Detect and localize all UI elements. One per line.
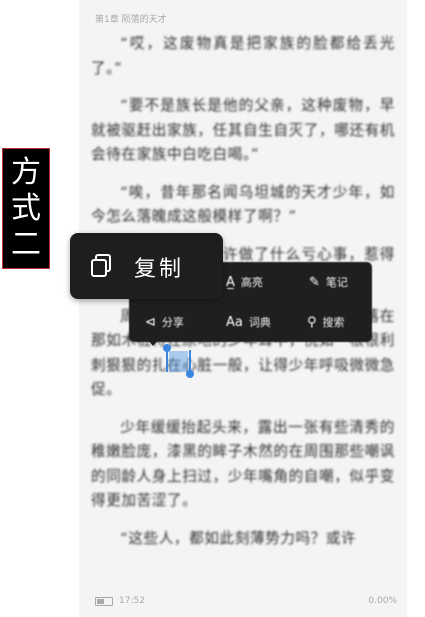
share-label: 分享 bbox=[161, 316, 184, 329]
selection-end-stem bbox=[189, 350, 191, 372]
copy-icon bbox=[91, 254, 111, 277]
text-selection bbox=[169, 351, 188, 372]
dictionary-icon: Aa bbox=[226, 314, 243, 330]
highlight-button[interactable]: A̲ 高亮 bbox=[226, 274, 263, 290]
selection-end-handle[interactable] bbox=[186, 370, 194, 378]
search-label: 搜索 bbox=[322, 316, 345, 329]
battery-icon bbox=[95, 596, 113, 606]
note-edit-icon: ✎ bbox=[309, 274, 320, 290]
selection-start-stem bbox=[166, 350, 168, 372]
search-icon: ⚲ bbox=[307, 314, 317, 330]
paragraph[interactable]: 少年缓缓抬起头来，露出一张有些清秀的稚嫩脸庞，漆黑的眸子木然的在周围那些嘲讽的同… bbox=[91, 416, 395, 514]
clock-text: 17:52 bbox=[119, 596, 145, 606]
copy-label: 复制 bbox=[134, 257, 185, 282]
status-footer: 17:52 bbox=[95, 596, 145, 606]
note-button[interactable]: ✎ 笔记 bbox=[309, 274, 348, 290]
chapter-title: 第1章 陨落的天才 bbox=[95, 15, 167, 25]
method-label-char: 式 bbox=[11, 190, 41, 226]
method-label: 方 式 二 bbox=[2, 148, 50, 269]
note-label: 笔记 bbox=[325, 276, 348, 289]
search-button[interactable]: ⚲ 搜索 bbox=[307, 314, 345, 330]
paragraph[interactable]: “要不是族长是他的父亲，这种废物，早就被驱赶出家族，任其自生自灭了，哪还有机会待… bbox=[91, 94, 395, 168]
paragraph[interactable]: “唉，昔年那名闻乌坦城的天才少年，如今怎么落魄成这般模样了啊？” bbox=[91, 181, 395, 230]
dictionary-label: 词典 bbox=[248, 316, 271, 329]
highlight-label: 高亮 bbox=[240, 276, 263, 289]
dictionary-button[interactable]: Aa 词典 bbox=[226, 314, 271, 330]
method-label-char: 方 bbox=[11, 154, 41, 190]
share-icon: ⊲ bbox=[145, 314, 156, 330]
paragraph[interactable]: “哎，这废物真是把家族的脸都给丢光了。” bbox=[91, 32, 395, 81]
paragraph[interactable]: “这些人，都如此刻薄势力吗？或许 bbox=[91, 527, 395, 552]
highlight-icon: A̲ bbox=[226, 274, 235, 290]
copy-button[interactable]: 复制 bbox=[70, 233, 223, 299]
selection-start-handle[interactable] bbox=[163, 344, 171, 352]
method-label-char: 二 bbox=[11, 226, 41, 262]
share-button[interactable]: ⊲ 分享 bbox=[145, 314, 184, 330]
menu-pointer bbox=[146, 338, 160, 346]
reading-progress: 0.00% bbox=[368, 596, 397, 606]
